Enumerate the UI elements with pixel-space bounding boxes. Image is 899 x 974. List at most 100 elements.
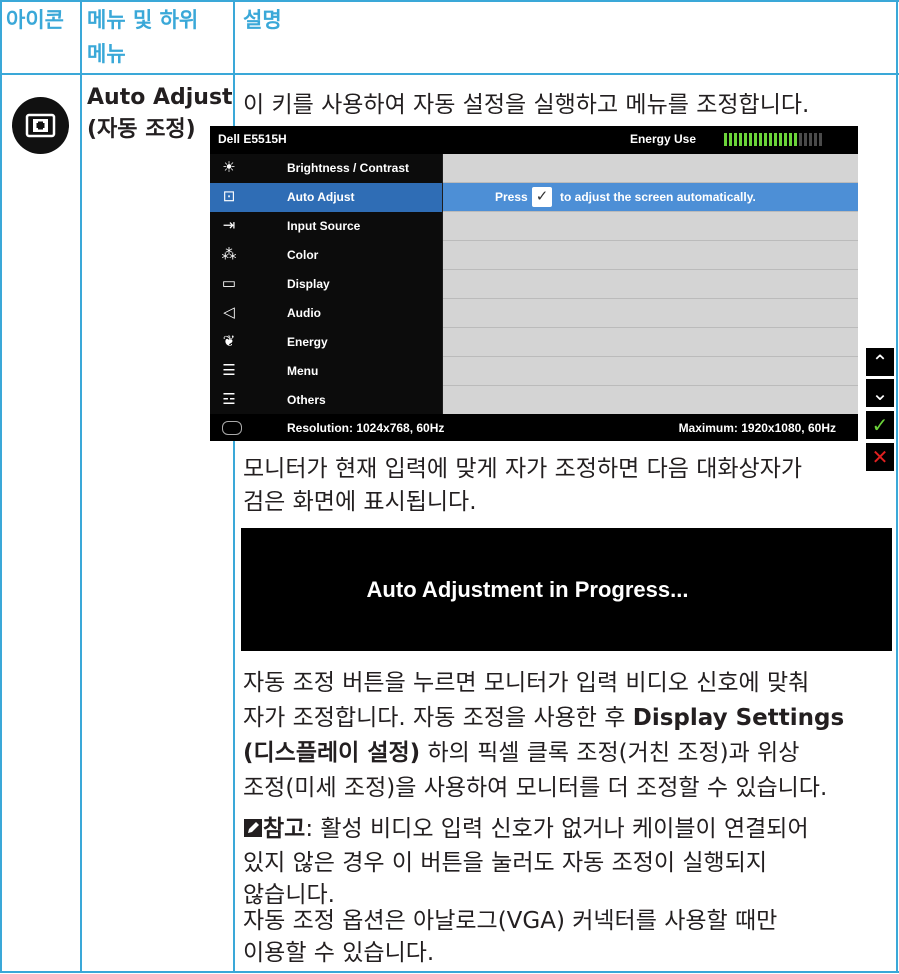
energy-segment (739, 133, 742, 146)
osd-submenu-row (443, 241, 858, 270)
maximum-resolution-text: Maximum: 1920x1080, 60Hz (678, 421, 836, 435)
osd-menu-item-label: Auto Adjust (287, 190, 355, 204)
header-description-column: 설명 (243, 8, 282, 32)
osd-main-menu: ☀ Brightness / Contrast ⊡ Auto Adjust ⇥ Input… (210, 154, 442, 414)
osd-submenu-row (443, 212, 858, 241)
up-arrow-button[interactable]: ⌃ (866, 348, 894, 376)
energy-segment (754, 133, 757, 146)
osd-menu-screenshot: Dell E5515H Energy Use ☀ Brightness / Con… (210, 126, 858, 441)
para2-line1: 자동 조정 버튼을 누르면 모니터가 입력 비디오 신호에 맞춰 (243, 670, 810, 696)
check-button[interactable]: ✓ (866, 411, 894, 439)
osd-submenu-row (443, 386, 858, 415)
press-word: Press (495, 190, 528, 204)
energy-segment (804, 133, 807, 146)
osd-menu-item-label: Audio (287, 306, 321, 320)
others-icon: ☲ (222, 391, 236, 408)
close-button[interactable]: ✕ (866, 443, 894, 471)
press-instruction: to adjust the screen automatically. (560, 190, 756, 204)
osd-menu-item[interactable]: ☀ Brightness / Contrast (210, 154, 442, 183)
auto-adjust-icon (12, 97, 69, 154)
auto-adjust-icon: ⊡ (222, 188, 236, 205)
energy-use-meter (724, 133, 822, 146)
energy-segment (814, 133, 817, 146)
energy-segment (819, 133, 822, 146)
input-source-icon: ⇥ (222, 217, 236, 234)
down-arrow-button[interactable]: ⌄ (866, 379, 894, 407)
osd-menu-item[interactable]: ⁂ Color (210, 241, 442, 270)
energy-segment (724, 133, 727, 146)
osd-status-bar: Resolution: 1024x768, 60Hz Maximum: 1920… (210, 414, 858, 441)
osd-submenu-row (443, 270, 858, 299)
para3-line1: 자동 조정 옵션은 아날로그(VGA) 커넥터를 사용할 때만 (243, 908, 778, 934)
progress-message: Auto Adjustment in Progress... (366, 577, 689, 602)
osd-submenu-row: Press ✓ to adjust the screen automatically… (443, 183, 858, 212)
energy-segment (809, 133, 812, 146)
table-border-top (0, 0, 899, 2)
menu-icon: ☰ (222, 362, 236, 379)
energy-use-label: Energy Use (629, 132, 696, 146)
note-line2: 있지 않은 경우 이 버튼을 눌러도 자동 조정이 실행되지 (243, 850, 768, 876)
energy-segment (799, 133, 802, 146)
display-settings-korean-term: (디스플레이 설정) (243, 740, 421, 766)
energy-segment (769, 133, 772, 146)
energy-segment (734, 133, 737, 146)
display-settings-term: Display Settings (632, 705, 845, 731)
para2-line2: 자가 조정합니다. 자동 조정을 사용한 후 Display Settings (243, 703, 844, 734)
vga-connector-icon (222, 421, 242, 435)
para2-line3-text: 하의 픽셀 클록 조정(거친 조정)과 위상 (420, 740, 800, 766)
audio-icon: ◁ (223, 304, 235, 321)
brightness-icon: ☀ (222, 159, 236, 176)
para3-line2: 이용할 수 있습니다. (243, 940, 435, 966)
osd-menu-item-label: Brightness / Contrast (287, 161, 410, 175)
energy-segment (759, 133, 762, 146)
osd-title-bar: Dell E5515H Energy Use (210, 126, 858, 154)
para2-line3: (디스플레이 설정) 하의 픽셀 클록 조정(거친 조정)과 위상 (243, 738, 799, 769)
osd-menu-item-label: Input Source (287, 219, 361, 233)
osd-submenu-row (443, 328, 858, 357)
header-divider (0, 73, 899, 75)
col-line-left (0, 0, 2, 973)
col-line-right (896, 0, 898, 973)
para2-line2-text: 자가 조정합니다. 자동 조정을 사용한 후 (243, 705, 633, 731)
osd-menu-item-label: Others (287, 393, 326, 407)
table-border-bottom (0, 971, 899, 973)
col-line-1 (80, 0, 82, 973)
osd-submenu-row (443, 357, 858, 386)
note-pencil-icon (243, 816, 263, 837)
para1-line2: 검은 화면에 표시됩니다. (243, 489, 477, 515)
energy-segment (729, 133, 732, 146)
energy-segment (774, 133, 777, 146)
intro-text: 이 키를 사용하여 자동 설정을 실행하고 메뉴를 조정합니다. (243, 92, 810, 118)
color-icon: ⁂ (221, 246, 237, 263)
osd-submenu-panel: Press ✓ to adjust the screen automatically… (443, 154, 858, 415)
menu-name-line2: (자동 조정) (87, 117, 196, 142)
osd-model-name: Dell E5515H (218, 132, 287, 146)
note-text-line1: : 활성 비디오 입력 신호가 없거나 케이블이 연결되어 (305, 816, 809, 842)
energy-segment (749, 133, 752, 146)
energy-segment (789, 133, 792, 146)
para1-line1: 모니터가 현재 입력에 맞게 자가 조정하면 다음 대화상자가 (243, 456, 803, 482)
osd-submenu-row (443, 154, 858, 183)
osd-menu-item[interactable]: ◁ Audio (210, 299, 442, 328)
header-menu-column-line2: 메뉴 (87, 42, 126, 66)
checkmark-icon: ✓ (532, 187, 552, 207)
osd-submenu-row (443, 299, 858, 328)
note-line1: 참고: 활성 비디오 입력 신호가 없거나 케이블이 연결되어 (243, 814, 809, 845)
osd-menu-item[interactable]: ⊡ Auto Adjust (210, 183, 442, 212)
energy-icon: ❦ (222, 333, 236, 350)
osd-menu-item[interactable]: ❦ Energy (210, 328, 442, 357)
osd-menu-item[interactable]: ▭ Display (210, 270, 442, 299)
energy-segment (784, 133, 787, 146)
osd-menu-item-label: Energy (287, 335, 328, 349)
osd-menu-item-label: Display (287, 277, 330, 291)
auto-adjust-progress-dialog: Auto Adjustment in Progress... (241, 528, 892, 651)
osd-menu-item[interactable]: ☰ Menu (210, 357, 442, 386)
osd-menu-item[interactable]: ☲ Others (210, 386, 442, 415)
header-menu-column-line1: 메뉴 및 하위 (87, 8, 199, 32)
note-label: 참고 (263, 816, 306, 842)
osd-menu-item-label: Menu (287, 364, 319, 378)
osd-menu-item[interactable]: ⇥ Input Source (210, 212, 442, 241)
energy-segment (744, 133, 747, 146)
energy-segment (779, 133, 782, 146)
display-icon: ▭ (221, 275, 237, 292)
